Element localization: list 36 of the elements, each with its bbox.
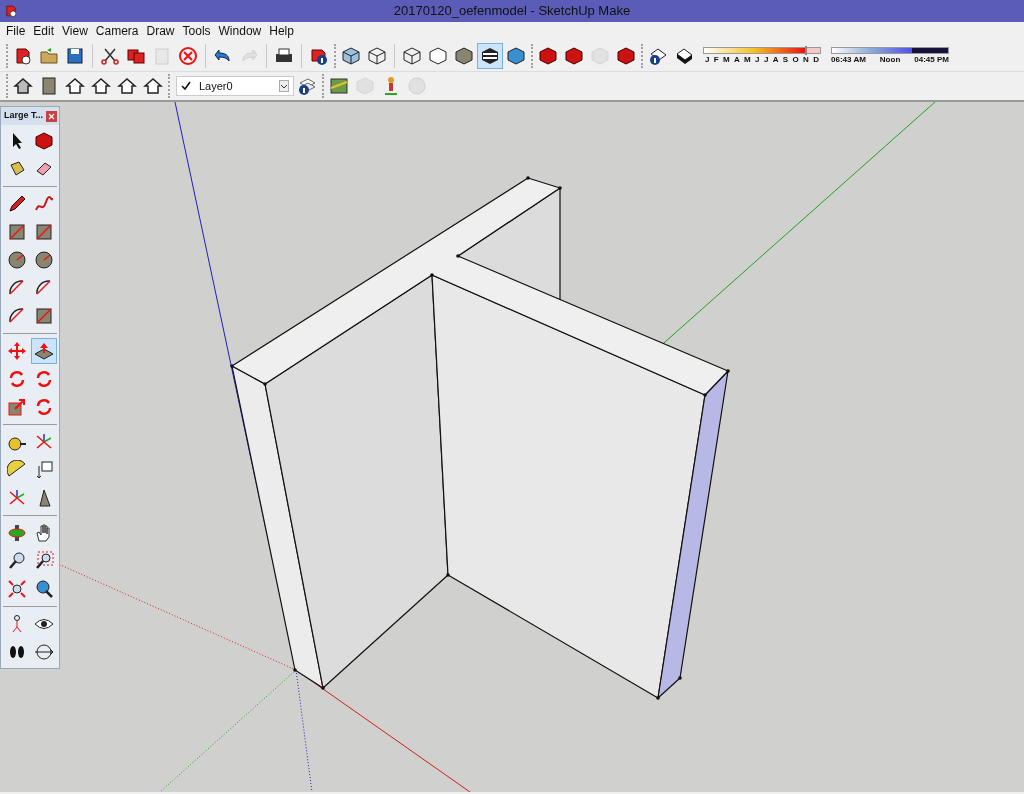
app-logo-icon [4, 4, 18, 18]
menu-item[interactable]: Window [214, 22, 266, 40]
striped-cube-icon[interactable] [477, 42, 503, 69]
time-slider[interactable] [831, 46, 949, 54]
month-label: A [772, 53, 779, 65]
close-icon[interactable] [46, 110, 57, 122]
palette-title: Large T... [4, 109, 43, 123]
layer-name: Layer0 [199, 78, 234, 94]
menu-item[interactable]: Camera [91, 22, 143, 40]
menu-item[interactable]: File [2, 22, 30, 40]
month-label: A [734, 53, 740, 65]
menu-item[interactable]: Help [265, 22, 298, 40]
month-label: D [813, 53, 819, 65]
window-title: 20170120_oefenmodel - SketchUp Make [392, 2, 632, 21]
menu-item[interactable]: Edit [29, 22, 59, 40]
month-label: J [705, 53, 710, 65]
caret-icon [279, 80, 289, 92]
model-canvas[interactable]: Large T... [0, 102, 1024, 792]
menu-item[interactable]: Tools [178, 22, 215, 40]
push-pull-icon[interactable] [30, 338, 57, 364]
month-label: N [803, 53, 809, 65]
layer-dropdown[interactable]: Layer0 [176, 76, 294, 96]
time-label: 04:45 PM [914, 53, 949, 65]
time-label: 06:43 AM [831, 53, 866, 65]
check-icon [181, 81, 191, 91]
month-label: J [755, 53, 760, 65]
month-label: O [792, 53, 799, 65]
month-label: S [782, 53, 789, 65]
time-label: Noon [879, 53, 901, 65]
menu-item[interactable]: Draw [142, 22, 179, 40]
month-label: J [763, 53, 769, 65]
month-label: M [744, 53, 751, 65]
menu-item[interactable]: View [58, 22, 92, 40]
month-label: F [713, 53, 719, 65]
month-label: M [723, 53, 730, 65]
month-slider[interactable] [703, 46, 821, 54]
